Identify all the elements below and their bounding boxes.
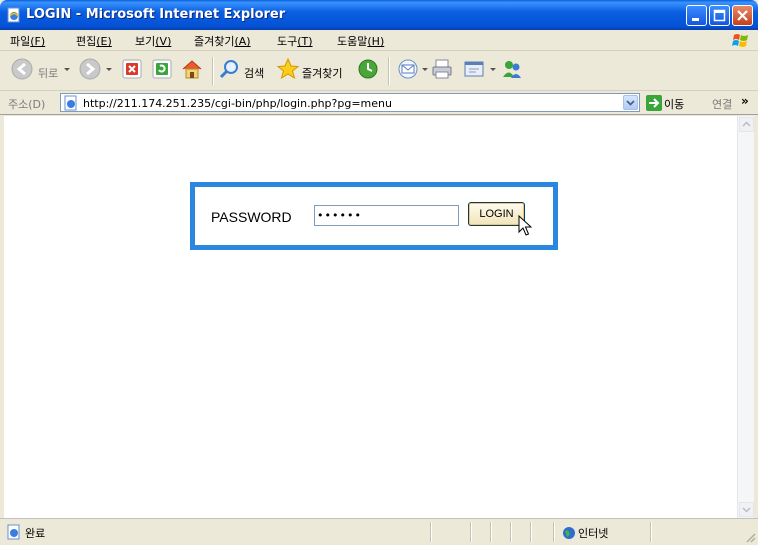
edit-dropdown-icon[interactable] [490, 68, 496, 71]
toolbar-separator [212, 57, 214, 85]
vertical-scrollbar[interactable] [737, 116, 754, 518]
menu-file-key: (F) [30, 35, 46, 48]
address-bar: 주소(D) http://211.174.251.235/cgi-bin/php… [0, 91, 758, 115]
forward-arrow-icon[interactable] [78, 57, 102, 81]
menu-help-key: (H) [367, 35, 385, 48]
back-label: 뒤로 [38, 67, 59, 80]
address-url: http://211.174.251.235/cgi-bin/php/login… [83, 97, 392, 110]
status-divider [510, 522, 512, 542]
links-more-chevron[interactable]: » [741, 94, 749, 108]
menu-tools-key: (T) [297, 35, 313, 48]
resize-grip-icon[interactable] [744, 531, 756, 543]
ie-page-icon [7, 7, 20, 23]
menu-favorites[interactable]: 즐겨찾기(A) [194, 33, 251, 49]
close-icon [737, 10, 748, 21]
menu-help-label: 도움말 [337, 35, 368, 48]
toolbar: 뒤로 검색 즐겨찾기 [0, 51, 758, 91]
back-arrow-icon [11, 58, 33, 80]
stop-icon[interactable] [120, 57, 144, 81]
close-button[interactable] [732, 5, 753, 26]
mail-icon[interactable] [396, 57, 420, 81]
toolbar-separator [388, 57, 390, 85]
ie-page-icon [64, 95, 77, 111]
menu-help[interactable]: 도움말(H) [337, 33, 384, 49]
menu-bar: 파일(F) 편집(E) 보기(V) 즐겨찾기(A) 도구(T) 도움말(H) [0, 30, 758, 51]
address-label: 주소(D) [8, 98, 46, 111]
globe-icon [563, 527, 575, 539]
mouse-pointer-icon [518, 215, 532, 236]
home-icon[interactable] [180, 57, 204, 81]
menu-file[interactable]: 파일(F) [10, 33, 45, 49]
chevron-down-icon [626, 100, 635, 106]
print-icon[interactable] [430, 57, 454, 81]
links-label[interactable]: 연결 [712, 96, 732, 112]
status-divider [553, 522, 555, 542]
go-label[interactable]: 이동 [664, 96, 684, 112]
menu-edit[interactable]: 편집(E) [76, 33, 112, 49]
status-text: 완료 [25, 527, 46, 540]
messenger-icon[interactable] [500, 57, 524, 81]
status-divider [490, 522, 492, 542]
title-bar[interactable]: LOGIN - Microsoft Internet Explorer [0, 0, 758, 30]
minimize-icon [692, 18, 699, 21]
status-divider [470, 522, 472, 542]
menu-view-label: 보기 [135, 35, 156, 48]
address-dropdown-button[interactable] [623, 95, 638, 110]
history-icon[interactable] [356, 57, 380, 81]
security-zone-label: 인터넷 [578, 527, 609, 540]
favorites-label: 즐겨찾기 [302, 67, 343, 80]
search-icon [219, 60, 238, 79]
status-divider [530, 522, 532, 542]
favorites-star-icon [276, 57, 300, 80]
login-button[interactable]: LOGIN [468, 202, 525, 226]
status-divider [650, 522, 652, 542]
password-label: PASSWORD [211, 209, 292, 225]
windows-logo-icon [732, 34, 748, 47]
chevron-up-icon [742, 121, 751, 127]
ie-page-icon [7, 524, 20, 540]
minimize-button[interactable] [686, 5, 707, 26]
login-form: PASSWORD LOGIN [190, 182, 558, 250]
forward-dropdown-icon[interactable] [106, 68, 112, 71]
refresh-icon[interactable] [150, 57, 174, 81]
back-dropdown-icon[interactable] [64, 68, 70, 71]
menu-file-label: 파일 [10, 35, 31, 48]
maximize-icon [713, 9, 726, 22]
window-title: LOGIN - Microsoft Internet Explorer [26, 7, 286, 22]
status-bar: 완료 인터넷 [0, 518, 758, 545]
menu-tools[interactable]: 도구(T) [277, 33, 313, 49]
menu-edit-label: 편집 [76, 35, 97, 48]
menu-tools-label: 도구 [277, 35, 298, 48]
address-input[interactable]: http://211.174.251.235/cgi-bin/php/login… [60, 93, 640, 112]
search-label: 검색 [244, 67, 265, 80]
scroll-down-button[interactable] [739, 502, 754, 517]
status-divider [430, 522, 432, 542]
menu-favorites-key: (A) [234, 35, 251, 48]
chevron-down-icon [742, 507, 751, 513]
scroll-up-button[interactable] [739, 117, 754, 132]
menu-view-key: (V) [155, 35, 172, 48]
menu-view[interactable]: 보기(V) [135, 33, 171, 49]
edit-icon[interactable] [462, 57, 486, 81]
password-input[interactable] [314, 205, 459, 226]
page-content: PASSWORD LOGIN [4, 116, 737, 518]
menu-favorites-label: 즐겨찾기 [194, 35, 235, 48]
maximize-button[interactable] [709, 5, 730, 26]
menu-edit-key: (E) [96, 35, 112, 48]
go-arrow-icon[interactable] [646, 95, 662, 111]
mail-dropdown-icon[interactable] [422, 68, 428, 71]
